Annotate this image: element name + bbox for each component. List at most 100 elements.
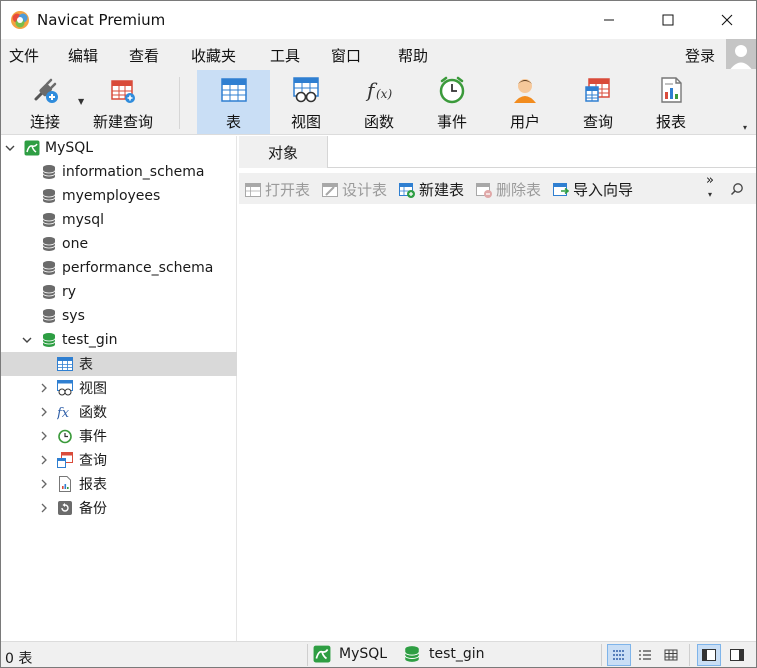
login-link[interactable]: 登录 [685, 45, 715, 66]
user-icon [510, 75, 540, 105]
tree-database-item[interactable]: performance_schema [1, 256, 237, 280]
new-table-label: 新建表 [419, 181, 465, 199]
tab-objects[interactable]: 对象 [239, 136, 328, 168]
import-wizard-label: 导入向导 [573, 181, 634, 199]
new-table-button[interactable]: 新建表 [399, 179, 464, 200]
function-button[interactable]: f (x) 函数 [344, 70, 414, 134]
database-icon [42, 309, 56, 323]
grid-view-icon [664, 649, 678, 661]
connect-button[interactable]: 连接 [19, 70, 71, 134]
right-pane-icon [730, 649, 744, 661]
database-icon [42, 285, 56, 299]
toggle-info-pane-button[interactable] [725, 644, 749, 666]
detail-view-icon [639, 650, 651, 660]
tree-database-test-gin[interactable]: test_gin [1, 328, 237, 352]
tree-label: test_gin [62, 332, 118, 348]
chevron-right-icon[interactable] [38, 454, 50, 466]
tree-label: 查询 [79, 453, 107, 469]
chevron-right-icon[interactable] [38, 382, 50, 394]
user-label: 用户 [509, 113, 540, 131]
tree-label: sys [62, 308, 85, 324]
view-icon [57, 380, 73, 396]
tree-database-item[interactable]: information_schema [1, 160, 237, 184]
menu-file[interactable]: 文件 [9, 45, 39, 66]
svg-text:fx: fx [57, 406, 70, 420]
user-button[interactable]: 用户 [490, 70, 560, 134]
tree-item-queries[interactable]: 查询 [1, 448, 237, 472]
tree-item-views[interactable]: 视图 [1, 376, 237, 400]
menu-favorites[interactable]: 收藏夹 [191, 45, 236, 66]
menu-edit[interactable]: 编辑 [68, 45, 98, 66]
chevron-right-icon[interactable] [38, 430, 50, 442]
open-table-label: 打开表 [265, 181, 311, 199]
function-icon: fx [57, 406, 70, 420]
import-wizard-button[interactable]: 导入向导 [553, 179, 633, 200]
status-separator [689, 644, 690, 666]
menu-bar: 文件 编辑 查看 收藏夹 工具 窗口 帮助 登录 [1, 39, 756, 69]
chevron-right-icon[interactable] [38, 478, 50, 490]
object-list-area[interactable] [239, 204, 756, 641]
tree-database-item[interactable]: sys [1, 304, 237, 328]
import-wizard-icon [553, 182, 569, 196]
table-button[interactable]: 表 [197, 70, 270, 134]
tree-item-functions[interactable]: fx 函数 [1, 400, 237, 424]
tree-database-item[interactable]: one [1, 232, 237, 256]
tab-strip-empty [328, 136, 756, 167]
object-count: 0 表 [5, 651, 33, 667]
menu-tools[interactable]: 工具 [270, 45, 300, 66]
chevron-right-icon[interactable] [38, 406, 50, 418]
database-icon [42, 165, 56, 179]
menu-window[interactable]: 窗口 [331, 45, 361, 66]
chevron-down-icon[interactable] [21, 334, 33, 346]
chevron-right-icon[interactable] [38, 502, 50, 514]
tree-database-item[interactable]: ry [1, 280, 237, 304]
query-button[interactable]: 查询 [563, 70, 633, 134]
tree-item-tables[interactable]: 表 [1, 352, 237, 376]
mysql-connection-icon [24, 140, 40, 156]
database-icon [42, 261, 56, 275]
connect-dropdown-icon[interactable]: ▼ [78, 97, 84, 106]
event-button[interactable]: 事件 [417, 70, 487, 134]
toolbar-more-icon[interactable]: ▾ [743, 123, 747, 132]
view-list-button[interactable] [607, 644, 631, 666]
design-table-button[interactable]: 设计表 [322, 179, 387, 200]
view-button[interactable]: 视图 [271, 70, 341, 134]
avatar[interactable] [726, 39, 756, 71]
navicat-logo-icon [11, 11, 29, 29]
view-er-button[interactable] [659, 644, 683, 666]
object-toolbar-dropdown-icon[interactable]: ▾ [708, 190, 712, 199]
open-table-icon [245, 182, 261, 197]
tree-item-reports[interactable]: 报表 [1, 472, 237, 496]
maximize-button[interactable] [645, 1, 691, 39]
tree-label: one [62, 236, 89, 252]
tab-strip: 对象 [239, 136, 756, 168]
tree-item-backups[interactable]: 备份 [1, 496, 237, 520]
status-database-label: test_gin [429, 646, 485, 662]
search-icon[interactable] [730, 182, 744, 196]
plug-icon [30, 75, 60, 105]
new-query-button[interactable]: 新建查询 [89, 70, 157, 134]
object-toolbar-overflow-icon[interactable]: » [706, 173, 714, 188]
view-detail-button[interactable] [633, 644, 657, 666]
table-label: 表 [225, 113, 241, 131]
mysql-connection-icon [313, 645, 331, 663]
chevron-down-icon[interactable] [4, 142, 16, 154]
tree-database-item[interactable]: myemployees [1, 184, 237, 208]
close-button[interactable] [704, 1, 750, 39]
toggle-navigation-pane-button[interactable] [697, 644, 721, 666]
database-icon [42, 237, 56, 251]
menu-view[interactable]: 查看 [129, 45, 159, 66]
delete-table-button[interactable]: 删除表 [476, 179, 541, 200]
svg-text:(x): (x) [376, 87, 392, 101]
tree-connection-mysql[interactable]: MySQL [1, 136, 237, 160]
clock-icon [58, 429, 72, 444]
report-button[interactable]: 报表 [636, 70, 706, 134]
report-icon [656, 75, 686, 105]
tree-database-item[interactable]: mysql [1, 208, 237, 232]
tree-item-events[interactable]: 事件 [1, 424, 237, 448]
open-table-button[interactable]: 打开表 [245, 179, 310, 200]
minimize-icon [604, 19, 614, 21]
table-icon [57, 357, 73, 371]
minimize-button[interactable] [586, 1, 632, 39]
menu-help[interactable]: 帮助 [398, 45, 428, 66]
